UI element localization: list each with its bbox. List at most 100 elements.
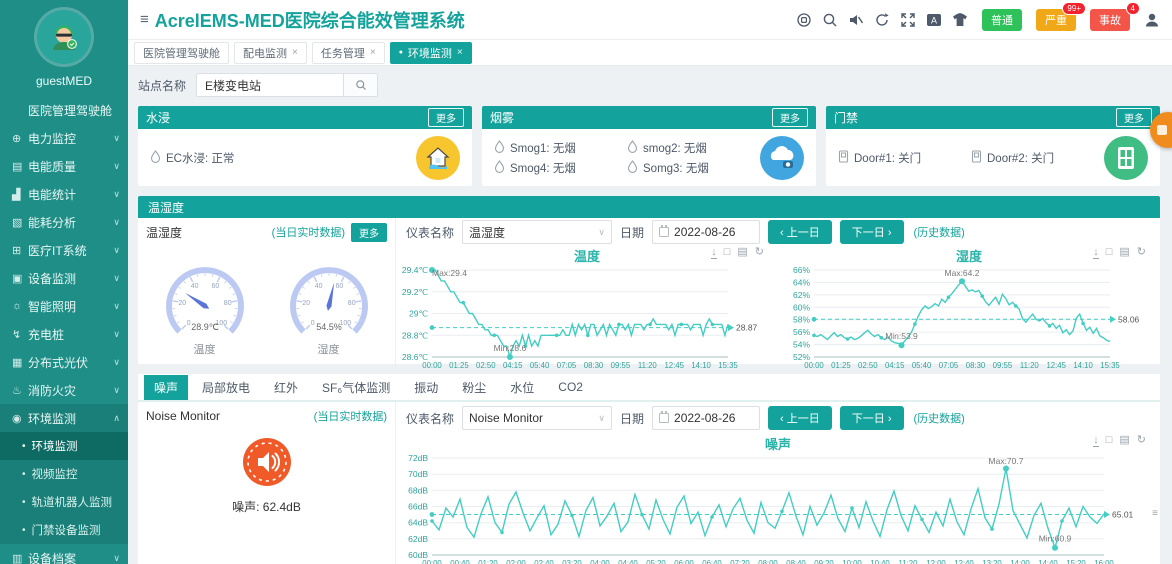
sidebar-item[interactable]: ▧能耗分析∨ bbox=[0, 208, 128, 236]
temp-humidity-date-picker[interactable]: 2022-08-26 bbox=[652, 220, 760, 244]
sidebar-group-ev-charger-icon: ↯充电桩∨ bbox=[0, 320, 128, 348]
sidebar-item[interactable]: ▦分布式光伏∨ bbox=[0, 348, 128, 376]
sidebar-item-dashboard[interactable]: 医院管理驾驶舱 bbox=[0, 96, 128, 124]
station-name-label: 站点名称 bbox=[138, 77, 186, 94]
sidebar-subitem[interactable]: •视频监控 bbox=[0, 460, 128, 488]
more-button[interactable]: 更多 bbox=[772, 108, 808, 127]
target-icon[interactable] bbox=[796, 12, 812, 28]
refresh-icon[interactable]: ↻ bbox=[755, 246, 764, 259]
svg-text:0: 0 bbox=[310, 320, 314, 327]
svg-text:80: 80 bbox=[223, 300, 231, 307]
svg-text:11:20: 11:20 bbox=[638, 361, 658, 370]
svg-text:04:40: 04:40 bbox=[618, 559, 638, 564]
alarm-badge-严重[interactable]: 严重99+ bbox=[1036, 9, 1076, 31]
data-view-icon[interactable]: ▤ bbox=[1119, 434, 1129, 447]
more-button[interactable]: 更多 bbox=[1116, 108, 1152, 127]
svg-text:60: 60 bbox=[335, 283, 343, 290]
sidebar-subitem[interactable]: •轨道机器人监测 bbox=[0, 488, 128, 516]
data-view-icon[interactable]: ▤ bbox=[737, 246, 747, 259]
sidebar-group-environment-icon: ◉环境监测∧•环境监测•视频监控•轨道机器人监测•门禁设备监测 bbox=[0, 404, 128, 544]
restore-icon[interactable]: □ bbox=[1106, 434, 1113, 447]
user-icon[interactable] bbox=[1144, 12, 1160, 28]
sidebar-item[interactable]: ▟电能统计∨ bbox=[0, 180, 128, 208]
measurement-tab-SF₆气体监测[interactable]: SF₆气体监测 bbox=[312, 375, 400, 400]
tab-医院管理驾驶舱[interactable]: 医院管理驾驶舱 bbox=[134, 42, 229, 64]
measurement-tab-噪声[interactable]: 噪声 bbox=[144, 375, 188, 400]
sidebar-group-energy-analysis-icon: ▧能耗分析∨ bbox=[0, 208, 128, 236]
humidity-chart-box: ↓□▤↻ 湿度 52%54%56%58%60%62%64%66%00:0001:… bbox=[778, 244, 1160, 375]
refresh-icon[interactable]: ↻ bbox=[1137, 246, 1146, 259]
status-panel-body: EC水浸: 正常 bbox=[138, 129, 472, 186]
hamburger-icon[interactable]: ≡ bbox=[134, 11, 155, 28]
sidebar-item[interactable]: ⊞医疗IT系统∨ bbox=[0, 236, 128, 264]
close-icon[interactable]: × bbox=[292, 47, 298, 58]
svg-text:70dB: 70dB bbox=[408, 469, 428, 479]
noise-meter-select[interactable]: Noise Monitor∨ bbox=[462, 406, 612, 430]
download-icon[interactable]: ↓ bbox=[711, 246, 717, 259]
temp-humidity-prev-day-button[interactable]: ‹ 上一日 bbox=[768, 220, 832, 244]
search-icon[interactable] bbox=[822, 12, 838, 28]
measurement-tab-红外[interactable]: 红外 bbox=[264, 375, 308, 400]
sidebar-item[interactable]: ▤电能质量∨ bbox=[0, 152, 128, 180]
restore-icon[interactable]: □ bbox=[724, 246, 731, 259]
measurement-tab-粉尘[interactable]: 粉尘 bbox=[452, 375, 496, 400]
humidity-chart-toolbar: ↓ □ ▤ ↻ bbox=[1093, 246, 1146, 259]
sidebar-item[interactable]: ☼智能照明∨ bbox=[0, 292, 128, 320]
datazoom-icon[interactable]: ≡ bbox=[1152, 508, 1158, 519]
refresh-icon[interactable] bbox=[874, 12, 890, 28]
tab-环境监测[interactable]: ●环境监测× bbox=[390, 42, 472, 64]
temp-humidity-next-day-button[interactable]: 下一日 › bbox=[840, 220, 904, 244]
alarm-badges: 普通严重99+ 事故4 bbox=[982, 9, 1130, 31]
svg-text:60%: 60% bbox=[793, 302, 810, 312]
noise-next-day-button[interactable]: 下一日 › bbox=[840, 406, 904, 430]
chevron-down-icon: ∨ bbox=[113, 329, 120, 340]
station-name-input[interactable] bbox=[196, 73, 344, 97]
refresh-icon[interactable]: ↻ bbox=[1137, 434, 1146, 447]
temp-humidity-more-button[interactable]: 更多 bbox=[351, 223, 387, 242]
sidebar-subitem[interactable]: •环境监测 bbox=[0, 432, 128, 460]
translate-icon[interactable]: A bbox=[926, 12, 942, 28]
measurement-tab-CO2[interactable]: CO2 bbox=[548, 376, 593, 398]
svg-text:58.06: 58.06 bbox=[1118, 314, 1140, 324]
station-search-button[interactable] bbox=[344, 73, 378, 97]
sidebar-item[interactable]: ⊕电力监控∨ bbox=[0, 124, 128, 152]
noise-prev-day-button[interactable]: ‹ 上一日 bbox=[768, 406, 832, 430]
sidebar-item[interactable]: ▥设备档案∨ bbox=[0, 544, 128, 564]
measurement-tab-振动[interactable]: 振动 bbox=[404, 375, 448, 400]
close-icon[interactable]: × bbox=[370, 47, 376, 58]
sidebar-subitem-label: 门禁设备监测 bbox=[32, 522, 101, 538]
svg-text:11:20: 11:20 bbox=[1020, 361, 1040, 370]
mute-icon[interactable] bbox=[848, 12, 864, 28]
restore-icon[interactable]: □ bbox=[1106, 246, 1113, 259]
sidebar-item[interactable]: ◉环境监测∧ bbox=[0, 404, 128, 432]
svg-text:14:10: 14:10 bbox=[691, 361, 711, 370]
status-item-text: Somg3: 无烟 bbox=[643, 160, 709, 176]
alarm-badge-普通[interactable]: 普通 bbox=[982, 9, 1022, 31]
more-button[interactable]: 更多 bbox=[428, 108, 464, 127]
svg-text:13:20: 13:20 bbox=[982, 559, 1002, 564]
tab-配电监测[interactable]: 配电监测× bbox=[234, 42, 307, 64]
status-item: Door#2: 关门 bbox=[971, 150, 1098, 166]
svg-text:80: 80 bbox=[347, 300, 355, 307]
download-icon[interactable]: ↓ bbox=[1093, 434, 1099, 447]
tab-任务管理[interactable]: 任务管理× bbox=[312, 42, 385, 64]
noise-date-picker[interactable]: 2022-08-26 bbox=[652, 406, 760, 430]
sidebar-menu: 医院管理驾驶舱⊕电力监控∨▤电能质量∨▟电能统计∨▧能耗分析∨⊞医疗IT系统∨▣… bbox=[0, 96, 128, 564]
alarm-badge-事故[interactable]: 事故4 bbox=[1090, 9, 1130, 31]
measurement-tab-水位[interactable]: 水位 bbox=[500, 375, 544, 400]
sidebar-subitem[interactable]: •门禁设备监测 bbox=[0, 516, 128, 544]
measurement-tab-局部放电[interactable]: 局部放电 bbox=[192, 375, 260, 400]
sidebar-item[interactable]: ♨消防火灾∨ bbox=[0, 376, 128, 404]
pv-icon: ▦ bbox=[12, 356, 28, 369]
download-icon[interactable]: ↓ bbox=[1093, 246, 1099, 259]
temp-humidity-meter-select[interactable]: 温湿度∨ bbox=[462, 220, 612, 244]
sidebar-item[interactable]: ↯充电桩∨ bbox=[0, 320, 128, 348]
theme-icon[interactable] bbox=[952, 12, 968, 28]
temp-humidity-gauge-panel: 温湿度 (当日实时数据) 更多 02040608010028.9℃温度02040… bbox=[138, 218, 396, 364]
svg-text:62%: 62% bbox=[793, 290, 810, 300]
status-panel-bar: 水浸更多 bbox=[138, 106, 472, 129]
fullscreen-icon[interactable] bbox=[900, 12, 916, 28]
data-view-icon[interactable]: ▤ bbox=[1119, 246, 1129, 259]
sidebar-item[interactable]: ▣设备监测∨ bbox=[0, 264, 128, 292]
close-icon[interactable]: × bbox=[457, 47, 463, 58]
